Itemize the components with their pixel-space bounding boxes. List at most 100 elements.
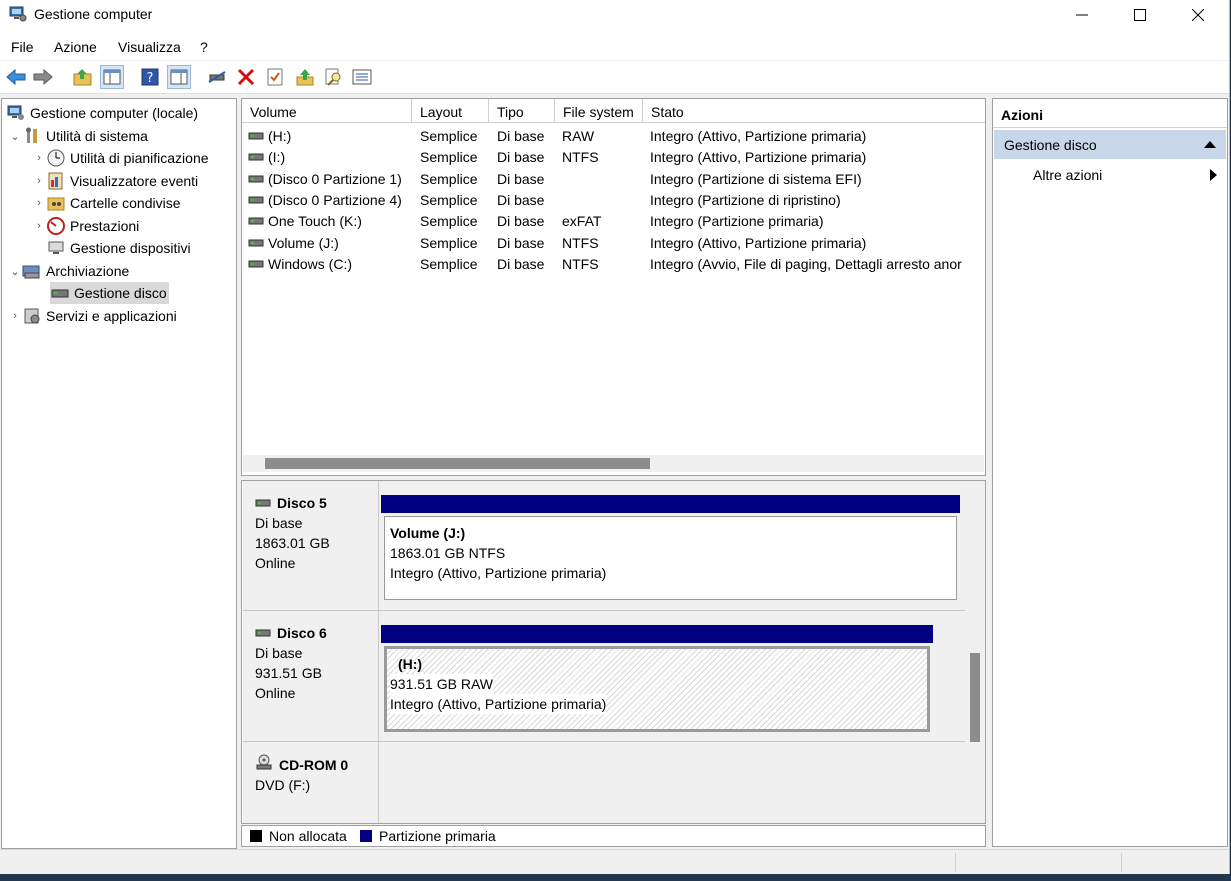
tree-item-system-tools[interactable]: ⌄ Utilità di sistema bbox=[8, 125, 148, 147]
volume-row[interactable]: (Disco 0 Partizione 1) Semplice Di base Int… bbox=[242, 169, 985, 190]
cell-type: Di base bbox=[497, 234, 545, 251]
list-view-button[interactable] bbox=[350, 65, 374, 89]
disk-5-label[interactable]: Disco 5 Di base 1863.01 GB Online bbox=[243, 481, 379, 611]
cell-type: Di base bbox=[497, 149, 545, 166]
minimize-button[interactable] bbox=[1053, 0, 1111, 30]
console-tree-toggle-button[interactable] bbox=[100, 65, 124, 89]
tree-item-device-manager[interactable]: Gestione dispositivi bbox=[46, 237, 191, 259]
cell-filesystem: NTFS bbox=[562, 234, 599, 251]
export-button[interactable] bbox=[293, 65, 317, 89]
cell-volume: Volume (J:) bbox=[268, 234, 339, 251]
partition-title: Volume (J:) bbox=[390, 525, 466, 541]
actions-pane: Azioni Gestione disco Altre azioni bbox=[992, 98, 1228, 847]
chevron-right-icon[interactable]: › bbox=[32, 175, 46, 187]
back-button[interactable] bbox=[4, 65, 28, 89]
cell-filesystem: NTFS bbox=[562, 149, 599, 166]
column-header-layout[interactable]: Layout bbox=[412, 99, 489, 123]
cell-status: Integro (Partizione di sistema EFI) bbox=[650, 170, 862, 187]
chevron-down-icon[interactable]: ⌄ bbox=[8, 265, 22, 278]
up-folder-button[interactable] bbox=[71, 65, 95, 89]
disk-size: 931.51 GB bbox=[255, 665, 322, 681]
action-more-actions[interactable]: Altre azioni bbox=[994, 161, 1226, 189]
menu-help[interactable]: ? bbox=[200, 39, 208, 55]
volume-row[interactable]: (H:) Semplice Di base RAW Integro (Attivo, P… bbox=[242, 126, 985, 147]
cell-filesystem: NTFS bbox=[562, 255, 599, 272]
collapse-triangle-icon[interactable] bbox=[1204, 141, 1216, 148]
chevron-right-icon[interactable]: › bbox=[32, 152, 46, 164]
chevron-right-icon[interactable]: › bbox=[32, 220, 46, 232]
volume-row[interactable]: One Touch (K:) Semplice Di base exFAT Integr… bbox=[242, 211, 985, 232]
tree-label: Gestione disco bbox=[74, 285, 167, 301]
chevron-right-icon[interactable]: › bbox=[32, 197, 46, 209]
partition-body-selected: (H:) 931.51 GB RAW Integro (Attivo, Part… bbox=[384, 646, 930, 732]
volume-icon bbox=[248, 260, 264, 268]
delete-button[interactable] bbox=[234, 65, 258, 89]
cell-status: Integro (Attivo, Partizione primaria) bbox=[650, 149, 867, 166]
disk-size: 1863.01 GB bbox=[255, 535, 330, 551]
partition-j[interactable]: Volume (J:) 1863.01 GB NTFS Integro (Att… bbox=[381, 495, 960, 603]
cell-type: Di base bbox=[497, 255, 545, 272]
cdrom-0-label[interactable]: CD-ROM 0 DVD (F:) bbox=[243, 742, 379, 823]
cell-status: Integro (Partizione primaria) bbox=[650, 213, 824, 230]
connect-drive-button[interactable] bbox=[205, 65, 229, 89]
column-header-filesystem[interactable]: File system bbox=[555, 99, 643, 123]
scrollbar-thumb[interactable] bbox=[970, 653, 980, 742]
delete-icon bbox=[237, 68, 255, 86]
volume-row[interactable]: Windows (C:) Semplice Di base NTFS Integro (… bbox=[242, 254, 985, 275]
actions-header: Azioni bbox=[993, 99, 1227, 128]
vertical-scrollbar[interactable] bbox=[965, 481, 985, 823]
partition-title: (H:) bbox=[398, 656, 423, 672]
cell-status: Integro (Attivo, Partizione primaria) bbox=[650, 128, 867, 144]
partition-body: Volume (J:) 1863.01 GB NTFS Integro (Att… bbox=[384, 516, 957, 600]
chevron-right-icon[interactable]: › bbox=[8, 310, 22, 322]
minimize-icon bbox=[1076, 14, 1088, 16]
volume-row[interactable]: Volume (J:) Semplice Di base NTFS Integro (A… bbox=[242, 233, 985, 254]
tree-item-services-applications[interactable]: › Servizi e applicazioni bbox=[8, 305, 177, 327]
list-view-icon bbox=[352, 69, 372, 85]
tree-item-computer-management[interactable]: Gestione computer (locale) bbox=[6, 102, 198, 124]
search-button[interactable] bbox=[322, 65, 346, 89]
volume-row[interactable]: (I:) Semplice Di base NTFS Integro (Attivo, … bbox=[242, 147, 985, 168]
menu-visualizza[interactable]: Visualizza bbox=[118, 39, 181, 55]
menu-file[interactable]: File bbox=[11, 39, 34, 55]
event-viewer-icon bbox=[46, 171, 66, 191]
cell-status: Integro (Attivo, Partizione primaria) bbox=[650, 234, 867, 251]
tree-label: Visualizzatore eventi bbox=[70, 173, 199, 189]
tree-item-shared-folders[interactable]: › Cartelle condivise bbox=[32, 192, 180, 214]
column-header-status[interactable]: Stato bbox=[643, 99, 985, 123]
cell-filesystem: RAW bbox=[562, 128, 595, 144]
close-button[interactable] bbox=[1169, 0, 1227, 30]
scrollbar-thumb[interactable] bbox=[265, 458, 650, 469]
properties-button[interactable] bbox=[263, 65, 287, 89]
partition-status: Integro (Attivo, Partizione primaria) bbox=[390, 565, 607, 581]
partition-h[interactable]: (H:) 931.51 GB RAW Integro (Attivo, Part… bbox=[381, 625, 933, 735]
disk-6-label[interactable]: Disco 6 Di base 931.51 GB Online bbox=[243, 611, 379, 742]
forward-button[interactable] bbox=[31, 65, 55, 89]
column-header-volume[interactable]: Volume bbox=[242, 99, 412, 123]
maximize-button[interactable] bbox=[1111, 0, 1169, 30]
tree-item-performance[interactable]: › Prestazioni bbox=[32, 215, 139, 237]
console-tree: Gestione computer (locale) ⌄ Utilità di … bbox=[1, 98, 237, 849]
primary-partition-bar bbox=[381, 495, 960, 513]
cell-type: Di base bbox=[497, 213, 545, 230]
column-header-type[interactable]: Tipo bbox=[489, 99, 555, 123]
menu-azione[interactable]: Azione bbox=[54, 39, 97, 55]
chevron-down-icon[interactable]: ⌄ bbox=[8, 130, 22, 143]
up-folder-icon bbox=[73, 69, 92, 86]
cell-layout: Semplice bbox=[420, 234, 478, 251]
tree-item-task-scheduler[interactable]: › Utilità di pianificazione bbox=[32, 147, 209, 169]
actions-section-disk-management[interactable]: Gestione disco bbox=[994, 130, 1226, 159]
volume-icon bbox=[248, 196, 264, 204]
help-button[interactable]: ? bbox=[138, 65, 162, 89]
action-pane-toggle-button[interactable] bbox=[167, 65, 191, 89]
horizontal-scrollbar[interactable] bbox=[243, 455, 984, 472]
cell-status: Integro (Avvio, File di paging, Dettagli… bbox=[650, 255, 962, 272]
tree-item-storage[interactable]: ⌄ Archiviazione bbox=[8, 260, 129, 282]
tree-item-event-viewer[interactable]: › Visualizzatore eventi bbox=[32, 170, 198, 192]
cell-status: Integro (Partizione di ripristino) bbox=[650, 191, 841, 208]
legend-swatch-unallocated bbox=[250, 830, 262, 842]
volume-row[interactable]: (Disco 0 Partizione 4) Semplice Di base Int… bbox=[242, 190, 985, 211]
disk-type: Di base bbox=[255, 515, 303, 531]
tree-item-disk-management[interactable]: Gestione disco bbox=[50, 282, 169, 304]
clock-icon bbox=[46, 148, 66, 168]
